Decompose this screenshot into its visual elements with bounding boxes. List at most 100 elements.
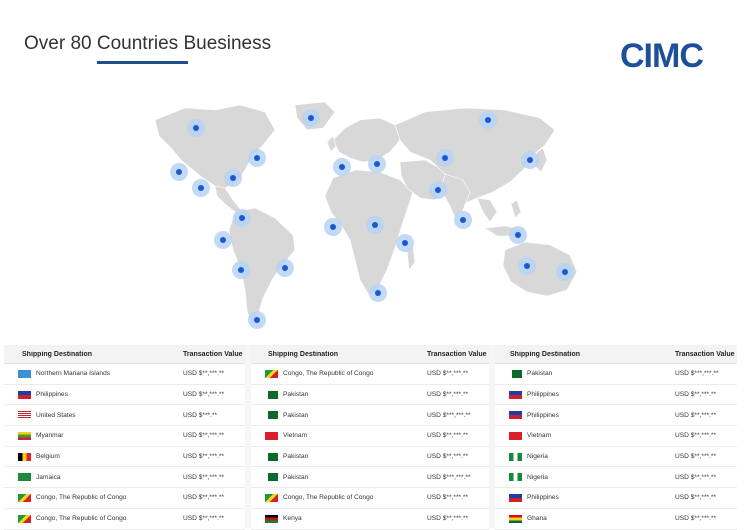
location-marker	[330, 224, 336, 230]
location-marker	[308, 115, 314, 121]
table-row: Philippines USD $**,***.**	[495, 488, 737, 509]
destination-cell: Philippines	[495, 411, 675, 420]
southeast-asia-landmass	[476, 197, 498, 223]
transaction-value: USD $**,***.**	[427, 432, 469, 440]
table-row: Pakistan USD $**,***.**	[251, 385, 489, 406]
transaction-value: USD $***.**	[183, 411, 218, 419]
destination-cell: Ghana	[495, 514, 675, 523]
location-marker	[485, 117, 491, 123]
table-row: Philippines USD $**,***.**	[495, 405, 737, 427]
transaction-value: USD $***,***.**	[427, 473, 471, 481]
destination-cell: Philippines	[4, 390, 183, 399]
transaction-value: USD $**,***.**	[675, 494, 717, 502]
col-destination: Shipping Destination	[268, 350, 338, 358]
transaction-value: USD $***,***.**	[675, 370, 719, 378]
congo-flag-icon	[265, 369, 278, 378]
table-row: Nigeria USD $**,***.**	[495, 467, 737, 489]
destination-cell: Pakistan	[251, 452, 427, 461]
destination-name: Nigeria	[527, 453, 548, 461]
belgium-flag-icon	[18, 452, 31, 461]
usa-flag-icon	[18, 411, 31, 420]
destination-name: Philippines	[527, 494, 559, 502]
destination-name: Congo, The Republic of Congo	[283, 494, 374, 502]
location-marker	[524, 263, 530, 269]
destination-cell: United States	[4, 411, 183, 420]
destination-name: Pakistan	[283, 411, 309, 419]
table-row: United States USD $***.**	[4, 405, 245, 427]
congo-flag-icon	[18, 514, 31, 523]
location-marker	[435, 187, 441, 193]
col-value: Transaction Value	[183, 350, 243, 358]
table-row: Congo, The Republic of Congo USD $**,***.…	[4, 509, 245, 530]
central-america-landmass	[214, 185, 242, 213]
location-marker	[254, 155, 260, 161]
destination-name: Congo, The Republic of Congo	[36, 515, 127, 523]
destination-cell: Kenya	[251, 514, 427, 523]
location-marker	[339, 164, 345, 170]
kenya-flag-icon	[265, 514, 278, 523]
location-marker	[230, 175, 236, 181]
transaction-value: USD $**,***.**	[183, 473, 225, 481]
transaction-value: USD $**,***.**	[675, 515, 717, 523]
table-header: Shipping Destination Transaction Value	[4, 345, 245, 364]
destination-cell: Congo, The Republic of Congo	[4, 514, 183, 523]
location-marker	[372, 222, 378, 228]
table-row: Pakistan USD $**,***.**	[251, 447, 489, 468]
destination-cell: Northern Mariana Islands	[4, 369, 183, 378]
pakistan-flag-icon	[265, 473, 278, 482]
transaction-value: USD $**,***.**	[675, 473, 717, 481]
destination-name: Jamaica	[36, 473, 61, 481]
pakistan-flag-icon	[265, 390, 278, 399]
destination-cell: Congo, The Republic of Congo	[4, 493, 183, 502]
location-marker	[460, 217, 466, 223]
transaction-value: USD $**,***.**	[183, 370, 225, 378]
table-row: Congo, The Republic of Congo USD $**,***.…	[251, 488, 489, 509]
congo-flag-icon	[265, 493, 278, 502]
location-marker	[527, 157, 533, 163]
table-row: Philippines USD $**,***.**	[495, 385, 737, 406]
transaction-value: USD $**,***.**	[183, 453, 225, 461]
europe-landmass	[332, 117, 401, 163]
nigeria-flag-icon	[509, 473, 522, 482]
transaction-value: USD $**,***.**	[427, 515, 469, 523]
world-map	[154, 101, 578, 329]
transaction-value: USD $**,***.**	[183, 391, 225, 399]
table-row: Northern Mariana Islands USD $**,***.**	[4, 364, 245, 385]
destination-name: Pakistan	[527, 370, 553, 378]
destination-cell: Nigeria	[495, 452, 675, 461]
destination-name: Nigeria	[527, 473, 548, 481]
destination-cell: Pakistan	[495, 369, 675, 378]
table-row: Vietnam USD $**,***.**	[251, 426, 489, 447]
cimc-logo: CIMC	[620, 37, 704, 75]
location-marker	[220, 237, 226, 243]
table-row: Congo, The Republic of Congo USD $**,***.…	[4, 488, 245, 509]
myanmar-flag-icon	[18, 431, 31, 440]
destination-cell: Congo, The Republic of Congo	[251, 369, 427, 378]
page-title: Over 80 Countries Buesiness	[24, 33, 272, 54]
table-row: Congo, The Republic of Congo USD $**,***.…	[251, 364, 489, 385]
table-row: Vietnam USD $**,***.**	[495, 426, 737, 447]
destination-cell: Jamaica	[4, 473, 183, 482]
destination-name: Pakistan	[283, 391, 309, 399]
transaction-value: USD $***,***.**	[427, 411, 471, 419]
pakistan-flag-icon	[509, 369, 522, 378]
destination-cell: Philippines	[495, 493, 675, 502]
destination-cell: Pakistan	[251, 473, 427, 482]
location-marker	[515, 232, 521, 238]
philippines-flag-icon	[18, 390, 31, 399]
location-marker	[176, 169, 182, 175]
destination-cell: Congo, The Republic of Congo	[251, 493, 427, 502]
col-value: Transaction Value	[427, 350, 487, 358]
jamaica-flag-icon	[18, 473, 31, 482]
table-row: Ghana USD $**,***.**	[495, 509, 737, 530]
destination-name: Myanmar	[36, 432, 64, 440]
title-underline	[97, 61, 188, 64]
vietnam-flag-icon	[509, 431, 522, 440]
nigeria-flag-icon	[509, 452, 522, 461]
destination-cell: Nigeria	[495, 473, 675, 482]
location-marker	[374, 161, 380, 167]
destination-name: Belgium	[36, 453, 60, 461]
destination-cell: Philippines	[495, 390, 675, 399]
location-marker	[198, 185, 204, 191]
transaction-value: USD $**,***.**	[427, 494, 469, 502]
